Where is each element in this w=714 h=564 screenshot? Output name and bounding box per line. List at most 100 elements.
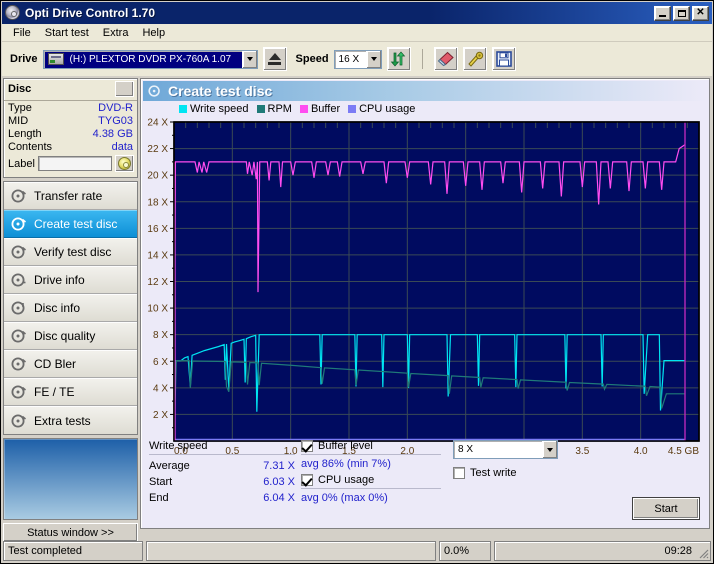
action-column: Start bbox=[573, 440, 701, 528]
maximize-button[interactable] bbox=[673, 5, 690, 21]
sidebar-item-label: CD Bler bbox=[34, 357, 77, 371]
sidebar-item-fe-te[interactable]: FE / TE bbox=[4, 378, 137, 406]
refresh-button[interactable] bbox=[386, 47, 411, 71]
legend-item-rpm: RPM bbox=[256, 103, 292, 115]
chevron-down-icon[interactable] bbox=[542, 441, 557, 458]
disc-verify-icon bbox=[11, 244, 27, 260]
stat-row-average: Average 7.31 X bbox=[149, 458, 295, 474]
drive-label: Drive bbox=[10, 53, 38, 65]
disc-extra-icon bbox=[11, 413, 27, 429]
eject-button[interactable] bbox=[262, 47, 287, 71]
save-button[interactable] bbox=[491, 47, 516, 71]
sidebar-item-verify-test-disc[interactable]: Verify test disc bbox=[4, 238, 137, 266]
status-preview-panel bbox=[3, 438, 138, 520]
write-speed-stats: Write speed Average 7.31 X Start 6.03 X … bbox=[149, 440, 295, 528]
menu-item-file[interactable]: File bbox=[6, 25, 38, 41]
sidebar-item-label: Create test disc bbox=[34, 217, 118, 231]
legend-label: Write speed bbox=[190, 103, 249, 115]
disc-row-key: Type bbox=[8, 102, 32, 114]
disc-row-value: TYG03 bbox=[98, 115, 133, 127]
sidebar-item-label: FE / TE bbox=[34, 385, 75, 399]
sidebar-item-create-test-disc[interactable]: Create test disc bbox=[4, 210, 137, 238]
write-speed-select-wrap: 8 X bbox=[453, 440, 573, 459]
write-options: 8 X Test write bbox=[453, 440, 573, 528]
svg-text:24 X: 24 X bbox=[147, 118, 168, 129]
progress-percent: 0.0% bbox=[439, 541, 491, 561]
disc-label-input[interactable] bbox=[37, 156, 112, 171]
disc-fete-icon bbox=[11, 384, 27, 400]
test-nav-list: Transfer rate Create test disc Verify te… bbox=[3, 181, 138, 435]
drive-select[interactable]: (H:) PLEXTOR DVDR PX-760A 1.07 bbox=[42, 49, 258, 69]
sidebar-item-drive-info[interactable]: Drive info bbox=[4, 266, 137, 294]
svg-text:22 X: 22 X bbox=[147, 144, 168, 155]
erase-button[interactable] bbox=[433, 47, 458, 71]
buffer-level-checkbox[interactable] bbox=[301, 440, 313, 452]
sidebar-item-label: Disc info bbox=[34, 301, 81, 315]
svg-text:12 X: 12 X bbox=[147, 277, 168, 288]
write-speed-chart: 2 X 4 X 6 X 8 X 10 X 12 X 14 X 16 X 18 X 20 X 22 X… bbox=[147, 118, 700, 457]
svg-text:10 X: 10 X bbox=[147, 304, 168, 315]
minimize-button[interactable] bbox=[654, 5, 671, 21]
sidebar-item-label: Disc quality bbox=[34, 329, 96, 343]
tools-button[interactable] bbox=[462, 47, 487, 71]
disc-info-box: Disc Type DVD-R MID TYG03 Length 4.38 GB… bbox=[3, 78, 138, 178]
disc-write-icon bbox=[148, 84, 162, 98]
chevron-down-icon[interactable] bbox=[365, 50, 381, 68]
menu-item-extra[interactable]: Extra bbox=[96, 25, 136, 41]
disc-row-value: DVD-R bbox=[98, 102, 133, 114]
start-button[interactable]: Start bbox=[633, 498, 699, 519]
legend-label: CPU usage bbox=[359, 103, 416, 115]
stat-value: 7.31 X bbox=[263, 460, 295, 472]
disc-label-row: Label bbox=[4, 153, 137, 172]
toolbar-separator bbox=[421, 49, 423, 69]
menu-item-start-test[interactable]: Start test bbox=[38, 25, 96, 41]
app-disc-icon bbox=[5, 5, 21, 21]
disc-row-mid: MID TYG03 bbox=[4, 114, 137, 127]
disc-label-button[interactable] bbox=[115, 155, 134, 172]
disc-row-value: 4.38 GB bbox=[92, 128, 133, 140]
resize-grip-icon[interactable] bbox=[695, 545, 709, 559]
status-message: Test completed bbox=[3, 541, 143, 561]
buffer-level-note: avg 86% (min 7%) bbox=[301, 458, 391, 470]
stat-row-start: Start 6.03 X bbox=[149, 474, 295, 490]
cpu-usage-checkbox[interactable] bbox=[301, 474, 313, 486]
write-speed-header: Write speed bbox=[149, 440, 295, 455]
disc-row-key: Length bbox=[8, 128, 42, 140]
buffer-level-checkbox-row[interactable]: Buffer level bbox=[301, 440, 441, 455]
title-bar: Opti Drive Control 1.70 ✕ bbox=[2, 2, 712, 24]
test-write-label: Test write bbox=[470, 467, 517, 479]
sidebar-item-label: Extra tests bbox=[34, 413, 91, 428]
cpu-usage-checkbox-row[interactable]: CPU usage bbox=[301, 474, 441, 489]
legend-label: Buffer bbox=[310, 103, 341, 115]
sidebar-item-label: Drive info bbox=[34, 273, 85, 287]
test-write-checkbox[interactable] bbox=[453, 467, 465, 479]
disc-box-button[interactable] bbox=[115, 81, 134, 97]
disc-label-key: Label bbox=[8, 157, 35, 170]
sidebar-item-disc-info[interactable]: Disc info bbox=[4, 294, 137, 322]
sidebar-item-cd-bler[interactable]: CD Bler bbox=[4, 350, 137, 378]
application-window: Opti Drive Control 1.70 ✕ File Start tes… bbox=[0, 0, 714, 564]
disc-row-contents: Contents data bbox=[4, 140, 137, 153]
chevron-down-icon[interactable] bbox=[241, 50, 257, 68]
disc-bler-icon bbox=[11, 356, 27, 372]
window-title: Opti Drive Control 1.70 bbox=[25, 6, 156, 20]
speed-select[interactable]: 16 X bbox=[333, 49, 382, 69]
menu-item-help[interactable]: Help bbox=[135, 25, 172, 41]
disc-quality-icon bbox=[11, 328, 27, 344]
svg-text:18 X: 18 X bbox=[147, 197, 168, 208]
sidebar-item-extra-tests[interactable]: Extra tests bbox=[4, 406, 137, 434]
disc-info-icon bbox=[11, 300, 27, 316]
disc-info-icon bbox=[11, 272, 27, 288]
buffer-level-label: Buffer level bbox=[318, 440, 373, 452]
disc-row-value: data bbox=[111, 141, 133, 153]
test-write-checkbox-row[interactable]: Test write bbox=[453, 467, 573, 479]
close-button[interactable]: ✕ bbox=[692, 5, 709, 21]
status-window-button[interactable]: Status window >> bbox=[3, 523, 138, 542]
disc-write-icon bbox=[11, 216, 27, 232]
left-panel: Disc Type DVD-R MID TYG03 Length 4.38 GB… bbox=[3, 78, 138, 542]
sidebar-item-disc-quality[interactable]: Disc quality bbox=[4, 322, 137, 350]
write-speed-select[interactable]: 8 X bbox=[453, 440, 558, 459]
save-icon bbox=[495, 51, 512, 67]
eraser-icon bbox=[437, 51, 455, 67]
sidebar-item-transfer-rate[interactable]: Transfer rate bbox=[4, 182, 137, 210]
